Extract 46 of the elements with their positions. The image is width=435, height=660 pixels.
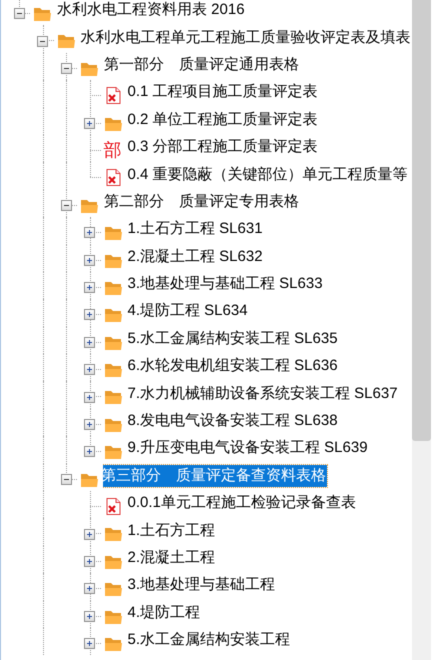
- collapse-toggle[interactable]: [60, 474, 72, 485]
- expand-toggle[interactable]: [84, 419, 95, 430]
- expand-toggle[interactable]: [84, 446, 95, 458]
- expand-toggle[interactable]: [84, 336, 95, 348]
- expand-toggle[interactable]: [84, 583, 95, 594]
- tree-item-label[interactable]: 第二部分 质量评定专用表格: [103, 190, 300, 213]
- expand-toggle[interactable]: [84, 610, 95, 622]
- expand-toggle[interactable]: [84, 309, 95, 320]
- tree-item-label[interactable]: 2.混凝土工程: [126, 547, 216, 569]
- expand-toggle[interactable]: [84, 528, 95, 540]
- tree-item-label[interactable]: 4.堤防工程: [126, 602, 202, 624]
- collapse-toggle[interactable]: [37, 36, 48, 47]
- scrollbar-thumb[interactable]: [412, 0, 431, 441]
- tree-item-label[interactable]: 3.地基处理与基础工程 SL633: [126, 273, 324, 296]
- tree-item-label[interactable]: 7.水力机械辅助设备系统安装工程 SL637: [126, 382, 399, 405]
- glyph-icon: 部: [104, 140, 122, 159]
- tree-item-label[interactable]: 9.升压变电电气设备安装工程 SL639: [126, 437, 369, 460]
- tree-item-label[interactable]: 0.0.1单元工程施工检验记录备查表: [126, 492, 357, 514]
- tree-item-label[interactable]: 水利水电工程单元工程施工质量验收评定表及填表: [80, 26, 412, 49]
- tree-item-label[interactable]: 4.堤防工程 SL634: [126, 300, 249, 322]
- tree-item-label[interactable]: 5.水工金属结构安装工程 SL635: [126, 328, 339, 350]
- tree-item-label[interactable]: 5.水工金属结构安装工程: [126, 629, 292, 652]
- collapse-toggle[interactable]: [14, 8, 24, 20]
- expand-toggle[interactable]: [84, 282, 95, 294]
- expand-toggle[interactable]: [84, 556, 95, 567]
- expand-toggle[interactable]: [84, 254, 95, 266]
- expand-toggle[interactable]: [84, 118, 95, 129]
- tree-item-label[interactable]: 第一部分 质量评定通用表格: [103, 54, 300, 76]
- expand-toggle[interactable]: [84, 638, 95, 650]
- tree-item-label[interactable]: 1.土石方工程 SL631: [126, 218, 264, 240]
- tree-item-label[interactable]: 8.发电电气设备安装工程 SL638: [126, 410, 339, 432]
- tree-item-label[interactable]: 2.混凝土工程 SL632: [126, 246, 264, 268]
- collapse-toggle[interactable]: [60, 62, 72, 74]
- tree-item-label[interactable]: 0.4 重要隐蔽（关键部位）单元工程质量等: [126, 164, 409, 186]
- tree-item-label[interactable]: 3.地基处理与基础工程: [126, 574, 276, 596]
- tree-item-label[interactable]: 0.1 工程项目施工质量评定表: [126, 81, 319, 104]
- tree-item-label[interactable]: 水利水电工程资料用表 2016: [56, 0, 246, 22]
- expand-toggle[interactable]: [84, 227, 95, 238]
- tree-item-label[interactable]: 6.水轮发电机组安装工程 SL636: [126, 355, 339, 378]
- scrollbar[interactable]: [412, 0, 431, 660]
- tree-item-label[interactable]: 1.土石方工程: [126, 520, 216, 542]
- expand-toggle[interactable]: [84, 364, 95, 376]
- tree-item-label[interactable]: 0.3 分部工程施工质量评定表: [126, 136, 319, 158]
- collapse-toggle[interactable]: [60, 200, 72, 211]
- expand-toggle[interactable]: [84, 392, 95, 403]
- tree-item-label[interactable]: 0.2 单位工程施工质量评定表: [126, 108, 319, 131]
